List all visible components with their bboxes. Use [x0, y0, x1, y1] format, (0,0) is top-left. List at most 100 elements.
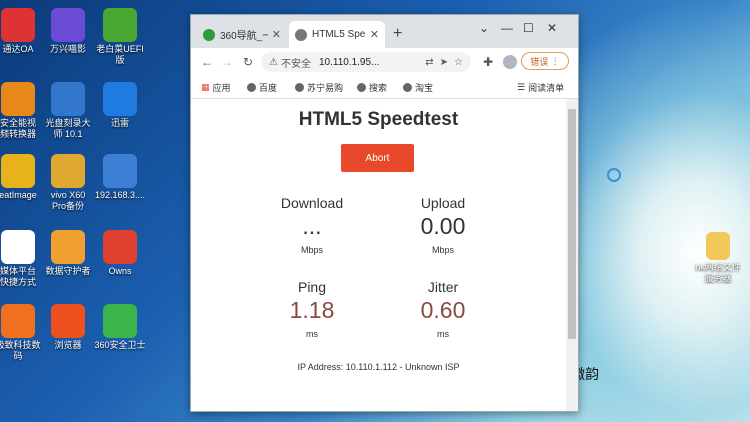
app-icon — [1, 82, 35, 116]
reading-list-label: 阅读清单 — [528, 83, 565, 93]
navigation-toolbar: ← → ↻ ⚠ 不安全 10.110.1.95... ⇄ ➤ ☆ ✚ 错误 ⋮ — [191, 48, 578, 76]
app-icon — [103, 230, 137, 264]
speedtest-page: HTML5 Speedtest Abort Download ... Mbps … — [191, 99, 566, 411]
ping-metric: Ping 1.18 ms — [252, 279, 372, 339]
metric-name: Ping — [297, 279, 327, 295]
metric-name: Jitter — [427, 279, 459, 295]
translate-icon[interactable]: ⇄ — [425, 57, 433, 68]
address-bar[interactable]: ⚠ 不安全 10.110.1.95... ⇄ ➤ ☆ — [261, 52, 471, 72]
bookmark-suning[interactable]: 苏宁易购 — [295, 81, 343, 94]
tab-title: HTML5 Spe — [312, 29, 366, 40]
desktop-icon[interactable]: 192.168.3.... — [90, 154, 150, 201]
360-favicon-icon — [203, 28, 215, 41]
desktop-icon-label: 浏览器 — [54, 340, 82, 350]
abort-button[interactable]: Abort — [341, 144, 414, 172]
metric-value: 0.60 — [420, 297, 466, 323]
app-icon — [1, 154, 35, 188]
new-tab-button[interactable]: + — [393, 25, 402, 43]
desktop-icon-label: 光盘刻录大 师 10.1 — [45, 118, 91, 139]
forward-icon[interactable]: → — [221, 55, 233, 69]
app-icon — [1, 230, 35, 264]
browser-window: 360导航_一... ✕ HTML5 Spe ✕ + ⌄ — ☐ ✕ ← → ↻… — [190, 14, 579, 412]
desktop-icon[interactable]: 光盘刻录大 师 10.1 — [38, 82, 98, 140]
desktop-icon-label: 老白菜UEFI 版 — [96, 44, 144, 65]
minimize-button[interactable]: — — [501, 21, 513, 35]
globe-icon — [295, 83, 304, 92]
warning-icon: ⚠ — [269, 56, 278, 68]
tab-360-navigation[interactable]: 360导航_一... ✕ — [197, 21, 287, 48]
desktop-icon-label: 万兴喵影 — [49, 44, 86, 54]
bookmark-apps[interactable]: ▦ 应用 — [201, 81, 231, 94]
reading-list-icon: ☰ — [517, 82, 526, 92]
bookmark-taobao[interactable]: 淘宝 — [403, 81, 433, 94]
scrollbar[interactable] — [566, 99, 578, 411]
desktop-icon-label: 迅雷 — [110, 118, 129, 128]
app-icon — [103, 82, 137, 116]
globe-icon — [357, 83, 366, 92]
jitter-metric: Jitter 0.60 ms — [383, 279, 503, 339]
maximize-button[interactable]: ☐ — [523, 21, 534, 35]
folder-icon — [706, 232, 730, 260]
app-icon — [51, 82, 85, 116]
close-window-button[interactable]: ✕ — [547, 21, 557, 35]
close-icon[interactable]: ✕ — [272, 28, 281, 41]
desktop-icon[interactable]: 浏览器 — [38, 304, 98, 351]
desktop-icon[interactable]: Owns — [90, 230, 150, 277]
profile-avatar[interactable] — [503, 55, 517, 69]
globe-icon — [295, 28, 307, 41]
metric-unit: ms — [306, 329, 318, 339]
extensions-icon[interactable]: ✚ — [483, 55, 493, 69]
desktop-icon-label: 360安全卫士 — [94, 340, 146, 350]
desktop-icon[interactable]: 数据守护者 — [38, 230, 98, 277]
tab-search-icon[interactable]: ⌄ — [479, 21, 489, 35]
page-title: HTML5 Speedtest — [298, 109, 459, 130]
apps-grid-icon: ▦ — [201, 82, 210, 92]
error-button[interactable]: 错误 ⋮ — [521, 52, 569, 70]
bookmark-baidu[interactable]: 百度 — [247, 81, 277, 94]
app-icon — [103, 8, 137, 42]
desktop-icon[interactable]: vivo X60 Pro备份 — [38, 154, 98, 212]
cursor-icon — [607, 168, 621, 182]
insecure-label: 不安全 — [280, 58, 311, 70]
globe-icon — [247, 83, 256, 92]
desktop-icon-file-server[interactable]: hk网络文件 服务器 — [688, 232, 748, 284]
app-icon — [51, 154, 85, 188]
desktop-icon[interactable]: 老白菜UEFI 版 — [90, 8, 150, 66]
desktop-icon[interactable]: 360安全卫士 — [90, 304, 150, 351]
app-icon — [103, 304, 137, 338]
close-icon[interactable]: ✕ — [370, 28, 379, 41]
metric-name: Upload — [420, 195, 466, 211]
metric-unit: Mbps — [300, 245, 323, 255]
bookmark-label: 苏宁易购 — [307, 83, 344, 93]
bookmark-label: 淘宝 — [415, 83, 434, 93]
metric-value: ... — [302, 213, 322, 239]
back-icon[interactable]: ← — [201, 55, 213, 69]
desktop-icon[interactable]: 万兴喵影 — [38, 8, 98, 55]
bookmarks-bar: ▦ 应用 百度 苏宁易购 搜索 淘宝 ☰ 阅读清单 — [191, 76, 578, 99]
app-icon — [103, 154, 137, 188]
ip-address: IP Address: 10.110.1.112 - Unknown ISP — [297, 362, 460, 372]
send-icon[interactable]: ➤ — [440, 57, 448, 68]
bookmark-label: 百度 — [259, 83, 278, 93]
bookmark-search[interactable]: 搜索 — [357, 81, 387, 94]
desktop-icon-label: hk网络文件 服务器 — [695, 262, 741, 283]
url-text: 10.110.1.95... — [318, 56, 380, 68]
app-icon — [51, 304, 85, 338]
bookmark-label: 搜索 — [369, 83, 388, 93]
download-metric: Download ... Mbps — [252, 195, 372, 255]
app-icon — [1, 304, 35, 338]
desktop-icon-label: 数据守护者 — [45, 266, 91, 276]
tab-title: 360导航_一... — [220, 31, 268, 42]
app-icon — [51, 8, 85, 42]
desktop-icon-label: vivo X60 Pro备份 — [50, 190, 86, 211]
scrollbar-thumb[interactable] — [568, 109, 576, 339]
error-label: 错误 — [530, 56, 549, 67]
desktop-icon[interactable]: 迅雷 — [90, 82, 150, 129]
reload-icon[interactable]: ↻ — [243, 55, 253, 69]
app-icon — [1, 8, 35, 42]
tab-speedtest[interactable]: HTML5 Spe ✕ — [289, 21, 385, 48]
app-icon — [51, 230, 85, 264]
star-icon[interactable]: ☆ — [454, 57, 463, 68]
reading-list[interactable]: ☰ 阅读清单 — [517, 81, 564, 94]
metric-unit: ms — [437, 329, 449, 339]
